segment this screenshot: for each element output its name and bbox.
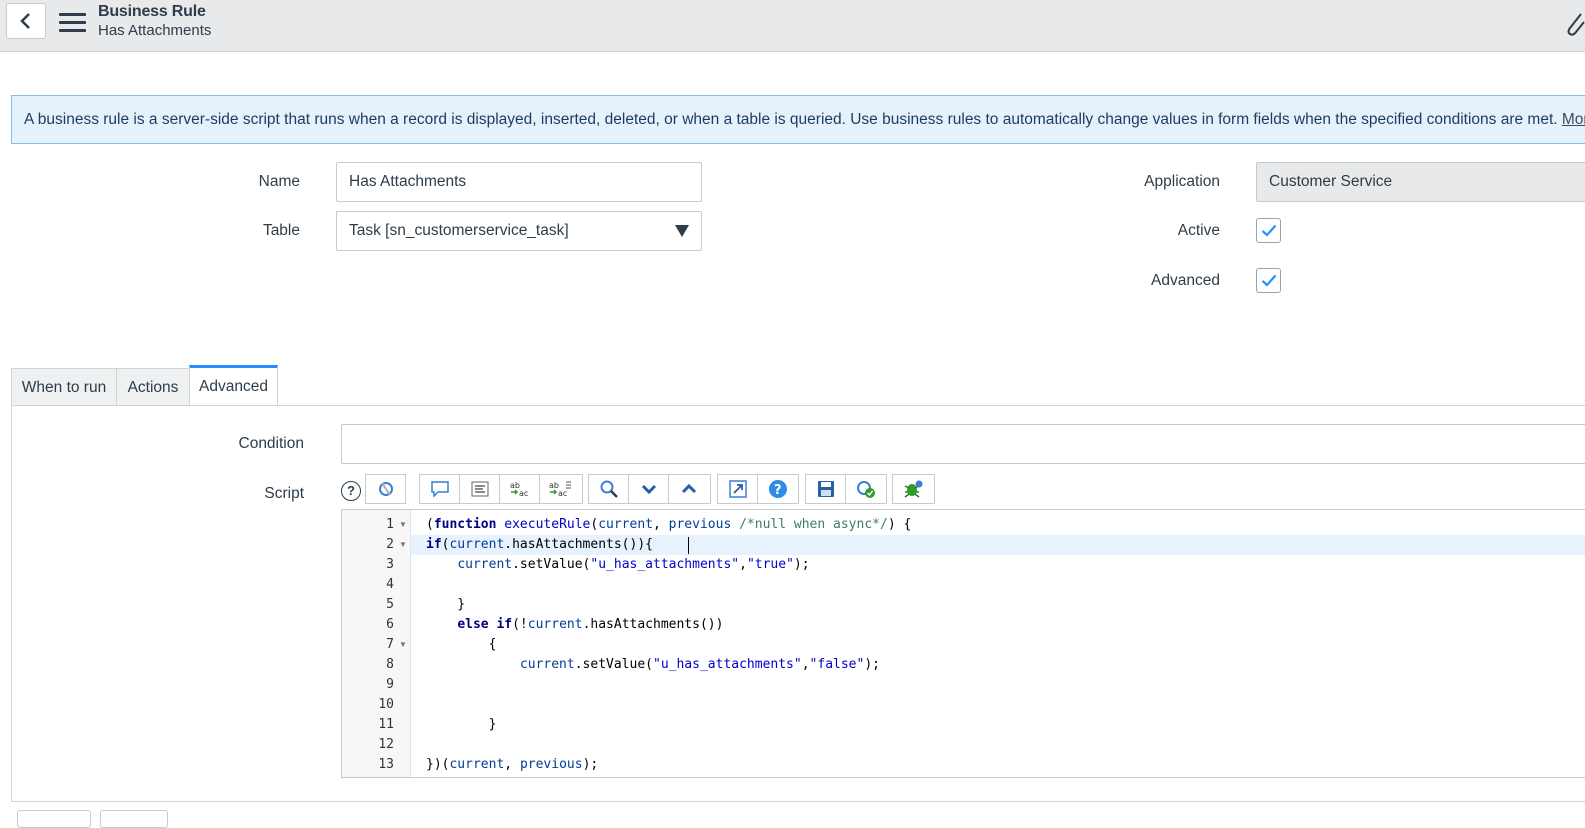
tab-when-to-run[interactable]: When to run bbox=[11, 368, 117, 406]
fold-arrow-icon[interactable]: ▼ bbox=[399, 635, 407, 655]
toolbar-group-5 bbox=[805, 474, 887, 504]
update-button[interactable] bbox=[17, 810, 91, 828]
more-info-link[interactable]: More Info bbox=[1562, 111, 1585, 128]
page-title: Business Rule bbox=[98, 3, 206, 20]
advanced-checkbox[interactable] bbox=[1256, 268, 1281, 293]
script-label: Script bbox=[264, 485, 304, 502]
script-help-icon[interactable]: ? bbox=[341, 481, 361, 501]
comment-icon[interactable] bbox=[420, 475, 460, 503]
chevron-left-icon bbox=[20, 13, 30, 29]
active-checkbox[interactable] bbox=[1256, 218, 1281, 243]
line-number: 13 bbox=[378, 757, 394, 772]
record-name: Has Attachments bbox=[98, 22, 212, 39]
fold-arrow-icon[interactable]: ▼ bbox=[399, 535, 407, 555]
svg-text:ac: ac bbox=[558, 489, 567, 498]
toolbar-group-6 bbox=[892, 474, 935, 504]
code-line: (function executeRule(current, previous … bbox=[426, 517, 912, 532]
line-number: 10 bbox=[378, 697, 394, 712]
line-number: 2 bbox=[386, 537, 394, 552]
line-number: 1 bbox=[386, 517, 394, 532]
line-number: 12 bbox=[378, 737, 394, 752]
table-select[interactable]: Task [sn_customerservice_task] bbox=[336, 211, 702, 251]
code-line: { bbox=[426, 637, 497, 652]
dropdown-arrow-icon bbox=[675, 225, 689, 237]
toolbar-group-4: ? bbox=[717, 474, 799, 504]
script-include-icon[interactable] bbox=[366, 475, 405, 503]
advanced-label: Advanced bbox=[1151, 272, 1220, 289]
script-editor[interactable]: 1 2 3 4 5 6 7 8 9 10 11 12 13 ▼ ▼ ▼ (fun… bbox=[341, 509, 1585, 778]
find-next-icon[interactable] bbox=[629, 475, 669, 503]
name-label: Name bbox=[258, 173, 300, 190]
toolbar-group-2: ab ac ab ac bbox=[419, 474, 583, 504]
line-number: 4 bbox=[386, 577, 394, 592]
toolbar-group-1 bbox=[365, 474, 406, 504]
line-number: 6 bbox=[386, 617, 394, 632]
table-value: Task [sn_customerservice_task] bbox=[349, 222, 569, 239]
search-icon[interactable] bbox=[589, 475, 629, 503]
find-previous-icon[interactable] bbox=[669, 475, 709, 503]
info-message: A business rule is a server-side script … bbox=[11, 95, 1585, 144]
code-line: current.setValue("u_has_attachments","fa… bbox=[519, 657, 880, 672]
line-number: 8 bbox=[386, 657, 394, 672]
delete-button[interactable] bbox=[100, 810, 168, 828]
code-line: })(current, previous); bbox=[426, 757, 599, 772]
fullscreen-icon[interactable] bbox=[718, 475, 758, 503]
tab-advanced[interactable]: Advanced bbox=[189, 365, 278, 406]
active-label: Active bbox=[1177, 222, 1220, 239]
text-cursor bbox=[688, 537, 689, 554]
condition-label: Condition bbox=[238, 435, 305, 452]
format-icon[interactable] bbox=[460, 475, 500, 503]
checkmark-icon bbox=[1261, 274, 1276, 287]
help-icon[interactable]: ? bbox=[758, 475, 798, 503]
line-number: 7 bbox=[386, 637, 394, 652]
debug-icon[interactable] bbox=[893, 475, 933, 503]
code-line: else if(!current.hasAttachments()) bbox=[457, 617, 724, 632]
back-button[interactable] bbox=[6, 3, 46, 39]
line-number: 5 bbox=[386, 597, 394, 612]
hamburger-menu-icon[interactable] bbox=[59, 13, 86, 35]
save-icon[interactable] bbox=[806, 475, 846, 503]
table-label: Table bbox=[262, 222, 300, 239]
condition-input[interactable] bbox=[341, 424, 1585, 464]
line-number: 11 bbox=[378, 717, 394, 732]
application-field: Customer Service bbox=[1256, 162, 1585, 202]
application-label: Application bbox=[1144, 173, 1220, 190]
replace-icon[interactable]: ab ac bbox=[500, 475, 540, 503]
checkmark-icon bbox=[1261, 224, 1276, 237]
fold-arrow-icon[interactable]: ▼ bbox=[399, 515, 407, 535]
line-number: 9 bbox=[386, 677, 394, 692]
code-line: current.setValue("u_has_attachments","tr… bbox=[457, 557, 810, 572]
code-line: } bbox=[426, 597, 466, 612]
script-check-icon[interactable] bbox=[846, 475, 886, 503]
tab-actions[interactable]: Actions bbox=[116, 368, 190, 406]
code-line: } bbox=[426, 717, 497, 732]
svg-text:?: ? bbox=[774, 483, 782, 498]
form-header: Business Rule Has Attachments bbox=[0, 0, 1585, 52]
paperclip-icon[interactable] bbox=[1565, 10, 1585, 40]
replace-all-icon[interactable]: ab ac bbox=[540, 475, 580, 503]
name-input[interactable]: Has Attachments bbox=[336, 162, 702, 202]
info-text: A business rule is a server-side script … bbox=[24, 111, 1562, 128]
toolbar-group-3 bbox=[588, 474, 711, 504]
line-number: 3 bbox=[386, 557, 394, 572]
code-line: if(current.hasAttachments()){ bbox=[426, 537, 653, 552]
svg-text:ac: ac bbox=[519, 489, 528, 498]
